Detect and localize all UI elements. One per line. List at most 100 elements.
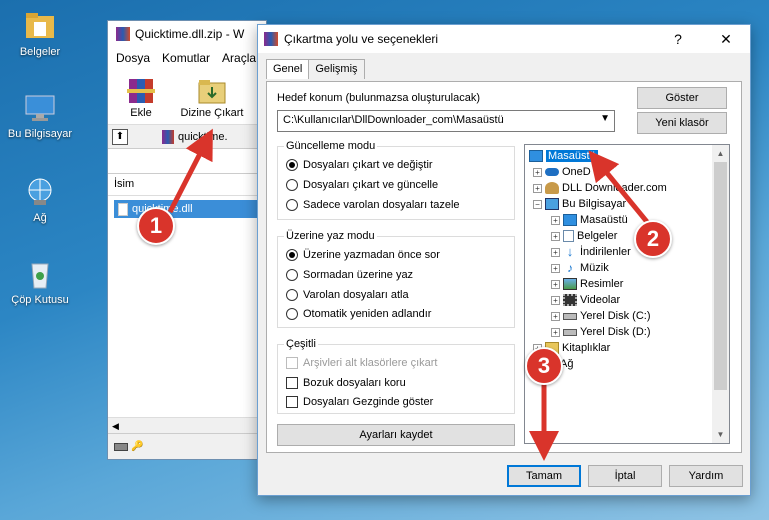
radio-button[interactable] xyxy=(286,269,298,281)
destination-path-value: C:\Kullanıcılar\DllDownloader_com\Masaüs… xyxy=(283,114,504,126)
desktop-icon-bu-bilgisayar[interactable]: Bu Bilgisayar xyxy=(4,92,76,140)
tree-node-user[interactable]: + DLL Downloader.com xyxy=(533,180,667,196)
radio-button[interactable] xyxy=(286,199,298,211)
tree-node-label: Videolar xyxy=(580,294,621,306)
menu-item-komutlar[interactable]: Komutlar xyxy=(162,51,210,65)
new-folder-button[interactable]: Yeni klasör xyxy=(637,112,727,134)
scroll-up-icon[interactable]: ▲ xyxy=(712,145,729,162)
help-button[interactable]: Yardım xyxy=(669,465,743,487)
winrar-file-list: İsim quicktime.dll xyxy=(108,173,266,433)
dialog-tabs: Genel Gelişmiş xyxy=(266,59,365,79)
expand-icon[interactable]: + xyxy=(533,167,542,177)
column-header-name[interactable]: İsim xyxy=(108,174,266,196)
misc-option-keep-broken[interactable]: Bozuk dosyaları koru xyxy=(286,377,406,389)
expand-icon[interactable]: + xyxy=(551,263,560,273)
expand-icon[interactable]: + xyxy=(551,279,560,289)
collapse-icon[interactable]: − xyxy=(533,199,542,209)
expand-icon[interactable]: + xyxy=(551,215,560,225)
winrar-statusbar: 🔑 xyxy=(108,433,266,459)
list-item[interactable]: quicktime.dll xyxy=(114,200,260,218)
misc-option-subfolders[interactable]: Arşivleri alt klasörlere çıkart xyxy=(286,357,437,369)
update-mode-option-refresh[interactable]: Sadece varolan dosyaları tazele xyxy=(286,199,460,211)
radio-button[interactable] xyxy=(286,289,298,301)
scroll-left-icon[interactable]: ◀ xyxy=(112,421,119,431)
expand-icon[interactable]: + xyxy=(551,231,560,241)
tree-node-pictures[interactable]: + Resimler xyxy=(551,276,623,292)
desktop-icon-label: Çöp Kutusu xyxy=(11,294,69,306)
menu-item-dosya[interactable]: Dosya xyxy=(116,51,150,65)
desktop-icon-label: Ağ xyxy=(33,212,47,224)
winrar-toolbar: Ekle Dizine Çıkart xyxy=(108,69,266,125)
tree-node-videos[interactable]: + Videolar xyxy=(551,292,620,308)
radio-button[interactable] xyxy=(286,179,298,191)
tree-node-downloads[interactable]: + ↓ İndirilenler xyxy=(551,244,631,260)
checkbox[interactable] xyxy=(286,357,298,369)
tree-node-documents[interactable]: + Belgeler xyxy=(551,228,617,244)
extract-folder-icon xyxy=(196,75,228,105)
close-button[interactable]: ✕ xyxy=(706,25,746,53)
overwrite-option-rename[interactable]: Otomatik yeniden adlandır xyxy=(286,308,431,320)
tab-gelismis[interactable]: Gelişmiş xyxy=(308,59,365,79)
overwrite-mode-group: Üzerine yaz modu Üzerine yazmadan önce s… xyxy=(277,230,515,328)
cancel-button[interactable]: İptal xyxy=(588,465,662,487)
tree-vertical-scrollbar[interactable]: ▲ ▼ xyxy=(712,145,729,443)
add-button[interactable]: Ekle xyxy=(116,73,166,120)
option-label: Sormadan üzerine yaz xyxy=(303,269,414,281)
desktop-icon-label: Bu Bilgisayar xyxy=(7,128,73,140)
horizontal-scrollbar[interactable]: ◀ xyxy=(108,417,266,433)
update-mode-option-update[interactable]: Dosyaları çıkart ve güncelle xyxy=(286,179,438,191)
onedrive-icon xyxy=(545,168,559,176)
save-settings-button[interactable]: Ayarları kaydet xyxy=(277,424,515,446)
chevron-down-icon[interactable]: ▼ xyxy=(600,113,610,124)
winrar-window: Quicktime.dll.zip - W Dosya Komutlar Ara… xyxy=(107,20,267,460)
overwrite-option-skip[interactable]: Varolan dosyaları atla xyxy=(286,289,409,301)
radio-button[interactable] xyxy=(286,249,298,261)
help-title-button[interactable]: ? xyxy=(658,25,698,53)
tree-node-desktop[interactable]: + Masaüstü xyxy=(551,212,628,228)
tree-node-disk-c[interactable]: + Yerel Disk (C:) xyxy=(551,308,651,324)
radio-button[interactable] xyxy=(286,308,298,320)
tree-node-music[interactable]: + ♪ Müzik xyxy=(551,260,609,276)
checkbox[interactable] xyxy=(286,377,298,389)
destination-path-combo[interactable]: C:\Kullanıcılar\DllDownloader_com\Masaüs… xyxy=(277,110,615,132)
extract-to-button[interactable]: Dizine Çıkart xyxy=(176,73,248,120)
computer-icon xyxy=(545,198,559,210)
general-tab-panel: Hedef konum (bulunmazsa oluşturulacak) C… xyxy=(266,81,742,453)
show-button[interactable]: Göster xyxy=(637,87,727,109)
ok-button[interactable]: Tamam xyxy=(507,465,581,487)
address-text[interactable]: quicktime. xyxy=(178,131,228,143)
tree-node-disk-d[interactable]: + Yerel Disk (D:) xyxy=(551,324,651,340)
tree-node-onedrive[interactable]: + OneD xyxy=(533,164,591,180)
archive-small-icon xyxy=(162,129,174,144)
step-badge-2: 2 xyxy=(634,220,672,258)
dll-file-icon xyxy=(118,202,128,216)
radio-button[interactable] xyxy=(286,159,298,171)
expand-icon[interactable]: + xyxy=(551,295,560,305)
tree-node-this-pc[interactable]: − Bu Bilgisayar xyxy=(533,196,626,212)
expand-icon[interactable]: + xyxy=(533,183,542,193)
expand-icon[interactable]: + xyxy=(551,311,560,321)
expand-icon[interactable]: + xyxy=(551,247,560,257)
winrar-logo-icon xyxy=(264,32,278,46)
tab-genel[interactable]: Genel xyxy=(266,59,310,79)
expand-icon[interactable]: + xyxy=(551,327,560,337)
overwrite-option-no-ask[interactable]: Sormadan üzerine yaz xyxy=(286,269,413,281)
option-label: Üzerine yazmadan önce sor xyxy=(303,249,440,261)
desktop-icon-ag[interactable]: Ağ xyxy=(4,176,76,224)
disk-icon xyxy=(563,312,577,320)
overwrite-mode-title: Üzerine yaz modu xyxy=(284,230,377,242)
folder-documents-icon xyxy=(22,10,58,42)
winrar-title: Quicktime.dll.zip - W xyxy=(135,27,245,41)
checkbox[interactable] xyxy=(286,396,298,408)
up-folder-icon[interactable]: ⬆ xyxy=(112,128,128,145)
desktop-icon-cop-kutusu[interactable]: Çöp Kutusu xyxy=(4,258,76,306)
menu-item-araclar[interactable]: Araçla xyxy=(222,51,256,65)
desktop-icon-belgeler[interactable]: Belgeler xyxy=(4,10,76,58)
folder-tree[interactable]: Masaüstü + OneD + DLL Downloader.com − B… xyxy=(524,144,730,444)
misc-option-show-explorer[interactable]: Dosyaları Gezginde göster xyxy=(286,396,433,408)
overwrite-option-ask[interactable]: Üzerine yazmadan önce sor xyxy=(286,249,440,261)
scroll-thumb[interactable] xyxy=(714,162,727,390)
update-mode-option-replace[interactable]: Dosyaları çıkart ve değiştir xyxy=(286,159,433,171)
scroll-down-icon[interactable]: ▼ xyxy=(712,426,729,443)
tree-node-desktop-root[interactable]: Masaüstü xyxy=(529,148,598,164)
